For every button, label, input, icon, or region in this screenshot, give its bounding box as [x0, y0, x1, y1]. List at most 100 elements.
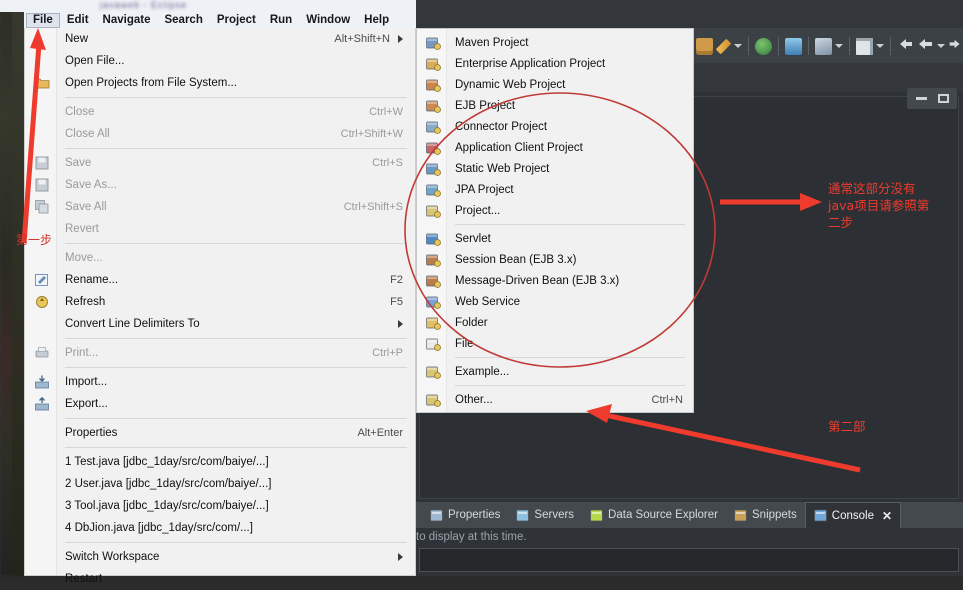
dropdown-caret-icon-3[interactable] [876, 44, 884, 48]
menu-bar: File Edit Navigate Search Project Run Window He… [24, 12, 416, 28]
file-menu-item-4-dbjion-java-jdbc-1day-src-com[interactable]: 4 DbJion.java [jdbc_1day/src/com/...] [25, 517, 415, 539]
menubar-item-help[interactable]: Help [357, 13, 396, 28]
open-type-icon[interactable] [856, 37, 873, 55]
file-icon [425, 336, 441, 352]
file-menu-separator [65, 367, 407, 368]
console-icon [813, 509, 827, 522]
minimize-button[interactable] [911, 91, 931, 106]
menubar-item-run[interactable]: Run [263, 13, 299, 28]
menubar-item-file[interactable]: File [26, 12, 60, 28]
file-menu-item-properties[interactable]: Properties Alt+Enter [25, 422, 415, 444]
file-menu-item-convert-line-delimiters-to[interactable]: Convert Line Delimiters To [25, 313, 415, 335]
menubar-item-label: Edit [66, 13, 89, 26]
file-menu-item-shortcut: F2 [390, 274, 403, 286]
file-menu-item-label: 4 DbJion.java [jdbc_1day/src/com/...] [65, 522, 253, 534]
console-input-area[interactable] [419, 548, 959, 572]
file-menu-item-label: Revert [65, 223, 99, 235]
jpa-project-icon [425, 182, 441, 198]
toolbar-separator-3 [808, 37, 809, 55]
new-submenu-item-example[interactable]: Example... [417, 361, 693, 382]
file-menu-item-3-tool-java-jdbc-1day-src-com-baiye[interactable]: 3 Tool.java [jdbc_1day/src/com/baiye/...… [25, 495, 415, 517]
new-submenu-item-connector-project[interactable]: Connector Project [417, 116, 693, 137]
close-icon[interactable]: ✕ [882, 509, 892, 523]
file-menu-item-import[interactable]: Import... [25, 371, 415, 393]
file-menu-item-revert: Revert [25, 218, 415, 240]
dropdown-caret-icon-4[interactable] [937, 44, 945, 48]
file-menu-item-shortcut: Ctrl+W [369, 106, 403, 118]
debug-icon[interactable] [755, 37, 772, 55]
window-title: javaweb - Eclipse [100, 0, 188, 10]
view-tab-snippets[interactable]: Snippets [726, 502, 805, 528]
new-submenu-item-session-bean-ejb-3-x[interactable]: Session Bean (EJB 3.x) [417, 249, 693, 270]
file-menu-item-open-file[interactable]: Open File... [25, 50, 415, 72]
new-submenu-item-folder[interactable]: Folder [417, 312, 693, 333]
application-client-project-icon [425, 140, 441, 156]
maximize-button[interactable] [933, 91, 953, 106]
menubar-item-label: Project [216, 13, 256, 26]
new-submenu-item-servlet[interactable]: Servlet [417, 228, 693, 249]
file-menu-item-export[interactable]: Export... [25, 393, 415, 415]
folder-icon [34, 75, 50, 91]
new-submenu-item-label: Web Service [455, 295, 520, 308]
save-icon [34, 155, 50, 171]
file-menu-item-label: Switch Workspace [65, 551, 160, 563]
menubar-item-window[interactable]: Window [299, 13, 357, 28]
new-submenu-item-enterprise-application-project[interactable]: Enterprise Application Project [417, 53, 693, 74]
file-menu-item-restart[interactable]: Restart [25, 568, 415, 590]
new-submenu-item-label: Project... [455, 204, 501, 217]
view-tab-console[interactable]: Console ✕ [804, 502, 902, 528]
file-menu-item-close: Close Ctrl+W [25, 101, 415, 123]
file-menu-item-1-test-java-jdbc-1day-src-com-baiye[interactable]: 1 Test.java [jdbc_1day/src/com/baiye/...… [25, 451, 415, 473]
file-menu-item-label: Save All [65, 201, 107, 213]
view-tab-properties[interactable]: Properties [422, 502, 508, 528]
toolbar [690, 28, 963, 64]
new-submenu-item-label: JPA Project [455, 183, 514, 196]
file-menu-item-switch-workspace[interactable]: Switch Workspace [25, 546, 415, 568]
back-icon[interactable] [897, 37, 914, 56]
dropdown-caret-icon[interactable] [734, 44, 742, 48]
menubar-item-label: Search [164, 13, 203, 26]
edit-pencil-icon[interactable] [715, 38, 732, 54]
submenu-arrow-icon [398, 35, 403, 43]
view-tab-label: Properties [448, 509, 501, 521]
file-menu-item-open-projects-from-file-system[interactable]: Open Projects from File System... [25, 72, 415, 94]
new-submenu-item-project[interactable]: Project... [417, 200, 693, 221]
rename-icon [34, 272, 50, 288]
file-menu-item-refresh[interactable]: Refresh F5 [25, 291, 415, 313]
file-menu-item-2-user-java-jdbc-1day-src-com-baiye[interactable]: 2 User.java [jdbc_1day/src/com/baiye/...… [25, 473, 415, 495]
new-wizard-icon[interactable] [696, 37, 713, 55]
external-tools-icon[interactable] [815, 37, 832, 55]
file-menu-item-shortcut: Alt+Enter [357, 427, 403, 439]
view-tab-servers[interactable]: Servers [508, 502, 582, 528]
file-menu-item-new[interactable]: New Alt+Shift+N [25, 28, 415, 50]
enterprise-app-project-icon [425, 56, 441, 72]
new-submenu-item-file[interactable]: File [417, 333, 693, 354]
menubar-item-navigate[interactable]: Navigate [96, 13, 158, 28]
file-menu-item-move: Move... [25, 247, 415, 269]
new-submenu-item-dynamic-web-project[interactable]: Dynamic Web Project [417, 74, 693, 95]
new-submenu-item-maven-project[interactable]: Maven Project [417, 32, 693, 53]
menubar-item-project[interactable]: Project [210, 13, 263, 28]
file-menu-item-save: Save Ctrl+S [25, 152, 415, 174]
file-menu-item-label: Rename... [65, 274, 119, 286]
new-submenu-item-application-client-project[interactable]: Application Client Project [417, 137, 693, 158]
new-submenu-item-web-service[interactable]: Web Service [417, 291, 693, 312]
view-tab-data-source-explorer[interactable]: Data Source Explorer [582, 502, 726, 528]
menubar-item-search[interactable]: Search [157, 13, 209, 28]
servlet-icon [425, 231, 441, 247]
new-submenu-item-static-web-project[interactable]: Static Web Project [417, 158, 693, 179]
menubar-item-edit[interactable]: Edit [60, 13, 96, 28]
new-submenu-item-ejb-project[interactable]: EJB Project [417, 95, 693, 116]
file-menu-item-rename[interactable]: Rename... F2 [25, 269, 415, 291]
new-submenu-item-jpa-project[interactable]: JPA Project [417, 179, 693, 200]
console-text: to display at this time. [416, 531, 527, 543]
snippets-icon [734, 509, 747, 522]
forward-icon[interactable] [948, 37, 962, 56]
panel-window-controls [907, 88, 957, 109]
new-submenu-item-message-driven-bean-ejb-3-x[interactable]: Message-Driven Bean (EJB 3.x) [417, 270, 693, 291]
new-submenu-item-other[interactable]: Other... Ctrl+N [417, 389, 693, 410]
dropdown-caret-icon-2[interactable] [835, 44, 843, 48]
back-arrow-icon[interactable] [917, 37, 934, 56]
toolbar-separator-5 [890, 37, 891, 55]
run-icon[interactable] [785, 37, 802, 55]
